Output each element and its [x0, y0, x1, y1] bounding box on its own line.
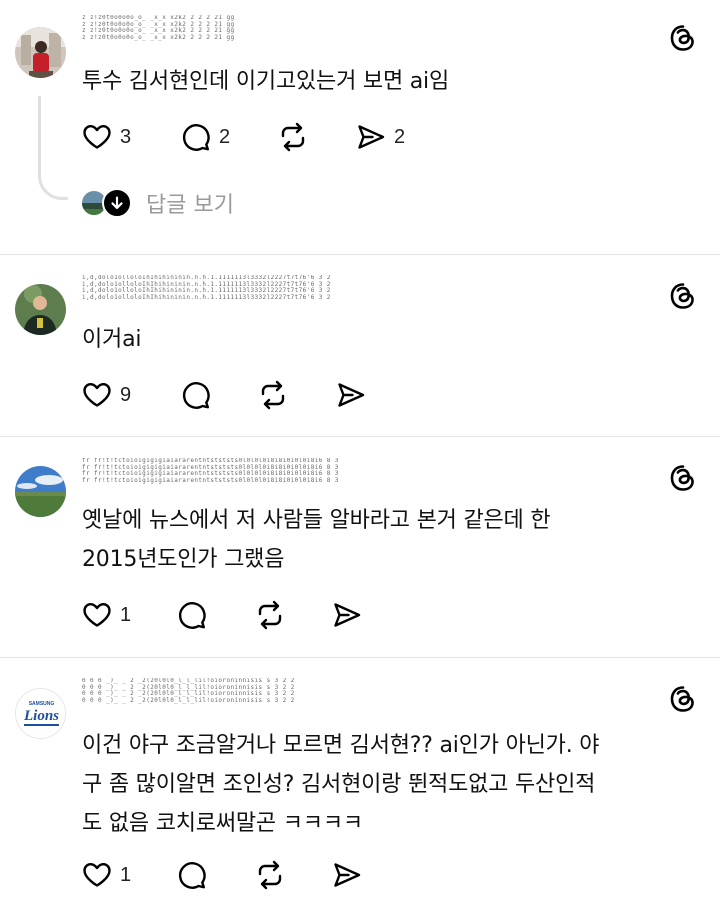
thread-line — [38, 96, 68, 200]
repost-button[interactable] — [253, 857, 287, 893]
threads-logo-icon[interactable] — [668, 463, 698, 493]
threads-logo-svg — [670, 283, 694, 309]
comment-button[interactable] — [175, 857, 209, 893]
like-count: 3 — [120, 125, 132, 148]
like-button[interactable]: 3 — [80, 119, 131, 155]
threads-logo-svg — [670, 686, 694, 712]
threads-logo-icon[interactable] — [668, 281, 698, 311]
like-button[interactable]: 9 — [80, 377, 131, 413]
post-text: 이건 야구 조금알거나 모르면 김서현?? ai인가 아닌가. 야 구 좀 많이… — [82, 726, 692, 843]
repost-icon — [261, 380, 285, 410]
heart-icon — [83, 125, 111, 149]
share-icon — [338, 383, 365, 407]
share-icon — [334, 863, 361, 887]
post-text-line: 이건 야구 조금알거나 모르면 김서현?? ai인가 아닌가. 야 — [82, 733, 600, 758]
see-replies-button[interactable]: 답글 보기 — [80, 186, 234, 220]
repost-icon — [258, 860, 282, 890]
threads-logo-icon[interactable] — [668, 23, 698, 53]
like-count: 9 — [120, 383, 132, 406]
post-text-line: 도 없음 코치로써말곤 ㅋㅋㅋㅋ — [82, 811, 363, 836]
comment-button[interactable]: 2 — [179, 119, 230, 155]
post-divider — [0, 436, 720, 437]
arrow-down-icon — [102, 188, 132, 218]
post-text-line: 옛날에 뉴스에서 저 사람들 알바라고 본거 같은데 한 — [82, 508, 551, 533]
repost-icon — [281, 122, 305, 152]
avatar[interactable] — [15, 27, 66, 78]
repost-button[interactable] — [253, 597, 287, 633]
comment-button[interactable] — [179, 377, 213, 413]
like-count: 1 — [120, 603, 132, 626]
lions-logo: SAMSUNG Lions — [16, 689, 65, 738]
heart-icon — [83, 603, 111, 627]
username[interactable]: fr fr!t!tctoioigigigiaiararentntstststs0… — [82, 458, 342, 484]
username[interactable]: i,d,dolo1olloloIhIhihininin.n.h.1.111111… — [82, 275, 342, 301]
threads-logo-svg — [670, 465, 694, 491]
share-icon — [334, 603, 361, 627]
heart-icon — [83, 863, 111, 887]
post-divider — [0, 657, 720, 658]
reply-count: 2 — [219, 125, 231, 148]
like-count: 1 — [120, 863, 132, 886]
avatar[interactable]: SAMSUNG Lions — [15, 688, 66, 739]
post-text-line: 2015년도인가 그랬음 — [82, 547, 285, 572]
share-count: 2 — [394, 125, 406, 148]
see-replies-label: 답글 보기 — [146, 193, 234, 218]
share-button[interactable] — [330, 597, 364, 633]
comment-icon — [182, 382, 210, 409]
username[interactable]: 0 0 0 _)_ _ 2 _2(20l0l0_l_l_lil!oioronin… — [82, 678, 342, 704]
share-button[interactable] — [334, 377, 368, 413]
lions-logo-text: Lions — [23, 708, 59, 724]
like-button[interactable]: 1 — [80, 597, 131, 633]
post-text: 이거ai — [82, 327, 142, 352]
share-button[interactable]: 2 — [354, 119, 405, 155]
repost-button[interactable] — [256, 377, 290, 413]
comment-icon — [178, 602, 206, 629]
avatar-image — [15, 284, 66, 335]
heart-icon — [83, 383, 111, 407]
avatar[interactable] — [15, 284, 66, 335]
repost-button[interactable] — [276, 119, 310, 155]
like-button[interactable]: 1 — [80, 857, 131, 893]
post-text-line: 구 좀 많이알면 조인성? 김서현이랑 뛴적도없고 두산인적 — [82, 772, 596, 797]
threads-logo-svg — [670, 25, 694, 51]
share-icon — [358, 125, 385, 149]
lions-logo-subtext: SAMSUNG — [29, 701, 55, 707]
threads-logo-icon[interactable] — [668, 684, 698, 714]
username[interactable]: z z!z0t0o0o0o_o_ _x_x x2k2 2 2 2 21 gg z… — [82, 15, 342, 41]
avatar-image — [15, 27, 66, 78]
share-button[interactable] — [330, 857, 364, 893]
post-divider — [0, 254, 720, 255]
post-text: 투수 김서현인데 이기고있는거 보면 ai임 — [82, 69, 450, 94]
comment-icon — [178, 862, 206, 889]
avatar[interactable] — [15, 466, 66, 517]
avatar-image — [15, 466, 66, 517]
comment-icon — [182, 124, 210, 151]
post-text: 옛날에 뉴스에서 저 사람들 알바라고 본거 같은데 한 2015년도인가 그랬… — [82, 501, 692, 579]
repost-icon — [258, 600, 282, 630]
comment-button[interactable] — [175, 597, 209, 633]
